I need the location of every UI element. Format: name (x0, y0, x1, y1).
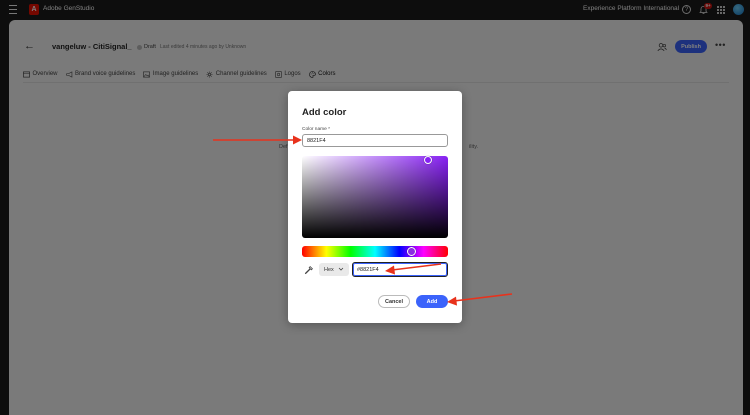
hue-slider[interactable] (302, 246, 448, 257)
hex-value-input[interactable]: #8821F4 (352, 262, 448, 277)
color-name-label: Color name * (302, 127, 330, 132)
color-format-select[interactable]: Hex (319, 263, 349, 276)
color-area-handle[interactable] (424, 156, 432, 164)
color-format-value: Hex (324, 266, 334, 273)
hue-slider-handle[interactable] (407, 247, 416, 256)
cancel-button[interactable]: Cancel (378, 295, 410, 308)
eyedropper-icon[interactable] (304, 265, 314, 275)
add-color-dialog: Add color Color name * 8821F4 Hex #8821F… (288, 91, 462, 323)
add-button[interactable]: Add (416, 295, 448, 308)
saturation-brightness-picker[interactable] (302, 156, 448, 238)
chevron-down-icon (338, 267, 344, 271)
color-name-input[interactable]: 8821F4 (302, 134, 448, 147)
dialog-title: Add color (302, 107, 347, 118)
